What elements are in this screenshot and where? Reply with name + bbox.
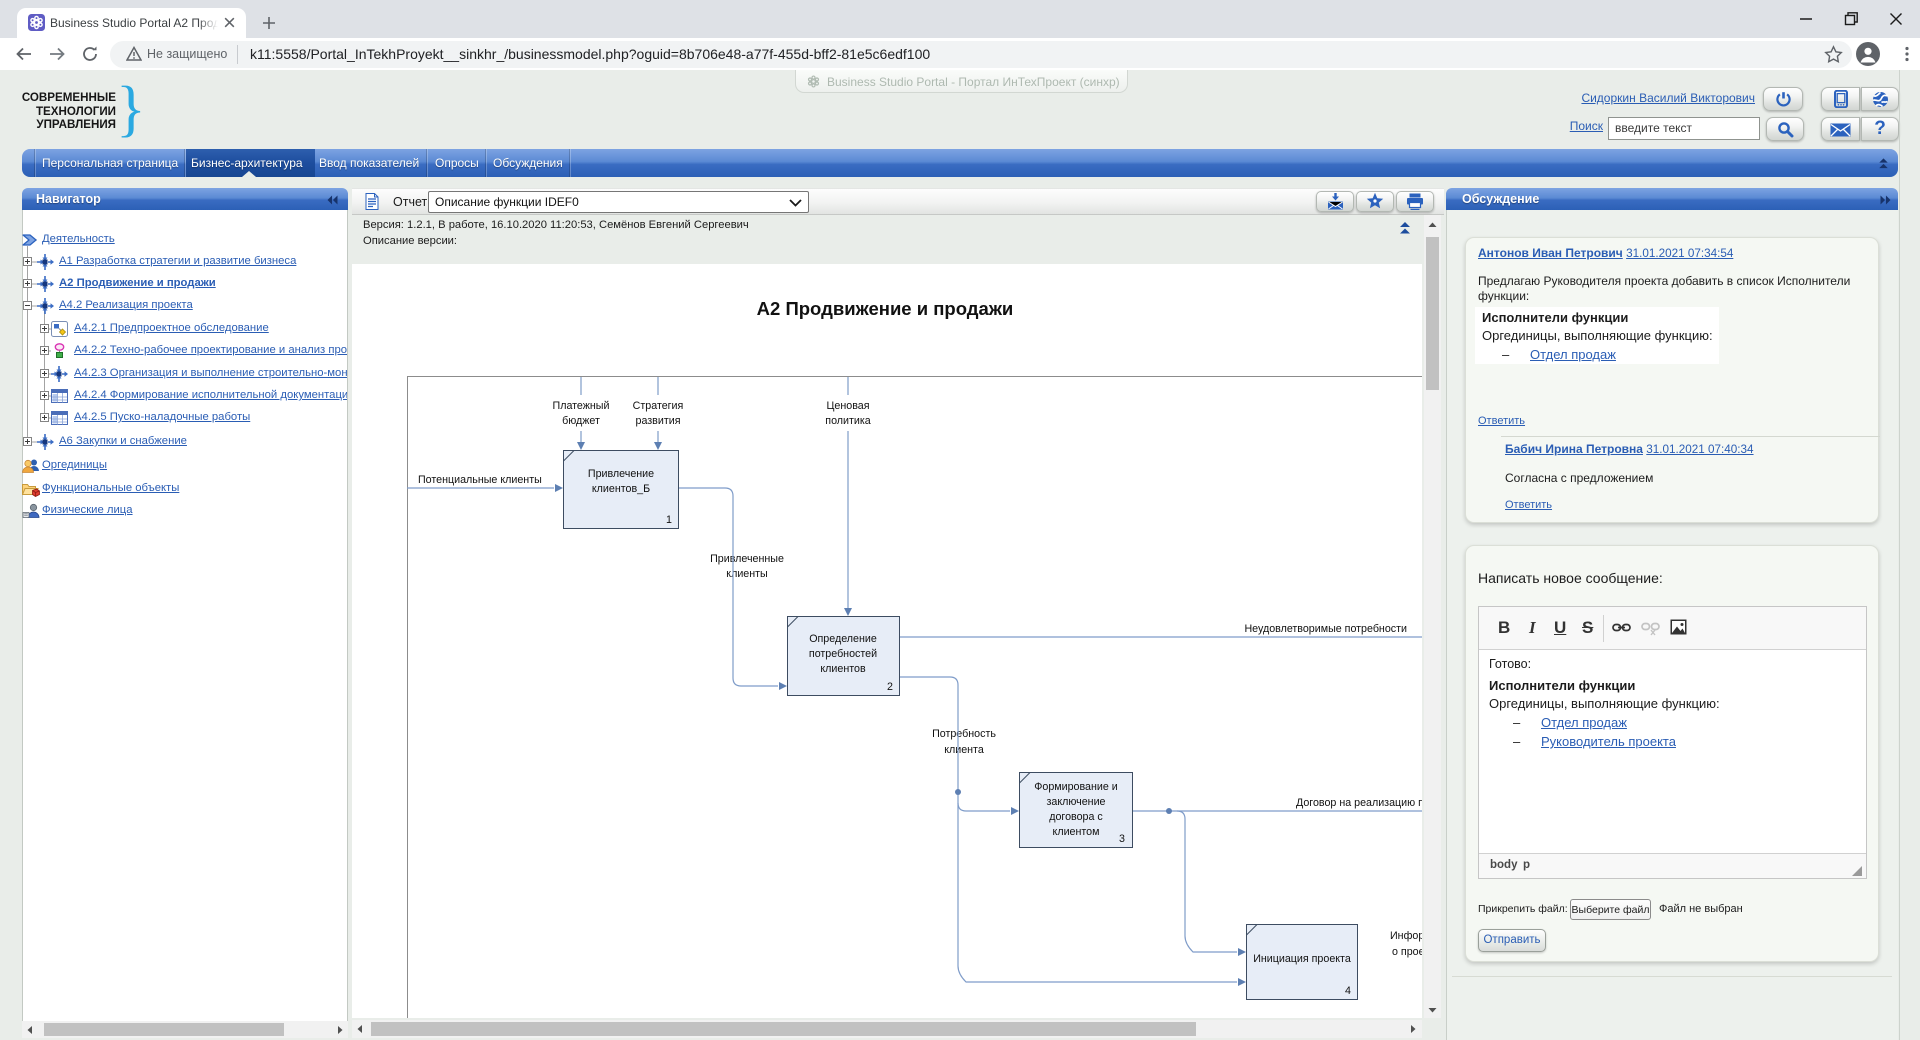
svg-text:политика: политика — [825, 415, 870, 427]
svg-text:3: 3 — [1119, 833, 1125, 845]
svg-text:1: 1 — [666, 514, 672, 526]
svg-text:Потребность: Потребность — [932, 728, 996, 740]
svg-text:2: 2 — [887, 681, 893, 693]
svg-text:Привлеченные: Привлеченные — [710, 553, 784, 565]
svg-text:потребностей: потребностей — [809, 648, 877, 660]
svg-text:Формирование и: Формирование и — [1034, 781, 1118, 793]
svg-text:клиента: клиента — [944, 744, 984, 756]
svg-text:Информация: Информация — [1390, 930, 1422, 942]
svg-text:клиентов: клиентов — [820, 663, 866, 675]
svg-text:Потенциальные клиенты: Потенциальные клиенты — [418, 474, 542, 486]
svg-text:клиентов_Б: клиентов_Б — [592, 483, 650, 495]
svg-text:Стратегия: Стратегия — [633, 400, 684, 412]
svg-text:развития: развития — [636, 415, 681, 427]
svg-text:4: 4 — [1345, 985, 1351, 997]
svg-text:Определение: Определение — [809, 633, 877, 645]
svg-text:договора с: договора с — [1049, 811, 1103, 823]
svg-text:о проекте: о проекте — [1392, 946, 1422, 958]
svg-text:клиентом: клиентом — [1053, 826, 1100, 838]
svg-text:Ценовая: Ценовая — [827, 400, 870, 412]
svg-text:А2 Продвижение и продажи: А2 Продвижение и продажи — [757, 298, 1014, 319]
svg-text:Инициация проекта: Инициация проекта — [1253, 953, 1351, 965]
svg-text:Платежный: Платежный — [553, 400, 610, 412]
svg-text:Неудовлетворимые потребности: Неудовлетворимые потребности — [1244, 623, 1407, 635]
svg-text:Договор на реализацию проекта: Договор на реализацию проекта — [1296, 797, 1422, 809]
svg-text:Привлечение: Привлечение — [588, 468, 654, 480]
svg-text:заключение: заключение — [1047, 796, 1106, 808]
svg-text:бюджет: бюджет — [562, 415, 600, 427]
